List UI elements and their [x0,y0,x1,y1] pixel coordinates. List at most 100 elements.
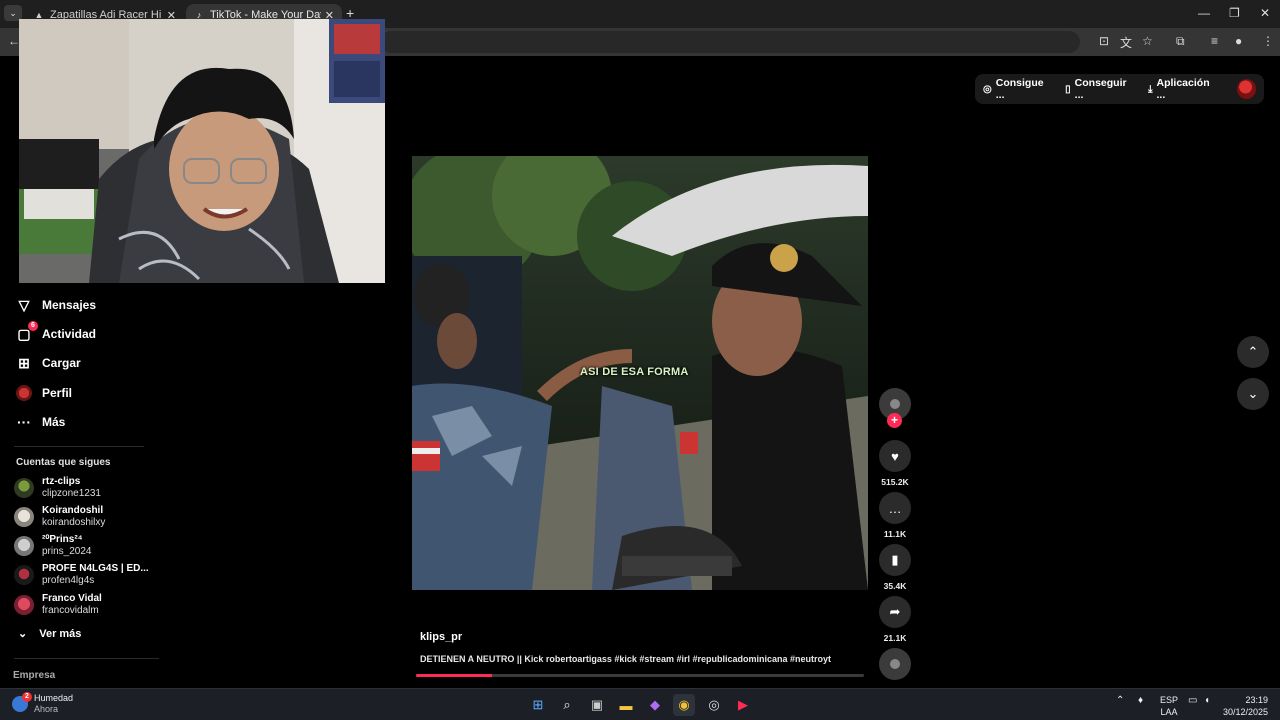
sidebar-item-messages[interactable]: ▽ Mensajes [16,297,96,313]
chevron-down-icon: ⌄ [1247,386,1259,401]
inbox-icon: ▢ 6 [16,321,38,342]
video-progress-bar[interactable] [416,674,864,677]
get-app-button[interactable]: ▯ Conseguir ... [1065,77,1134,101]
language-indicator[interactable]: ESP LAA [1160,694,1178,718]
save-count: 35.4K [883,581,907,591]
clock[interactable]: 23:19 30/12/2025 [1223,694,1268,718]
volume-icon[interactable]: ◖ [1204,695,1210,706]
chevron-down-icon: ⌄ [18,628,28,640]
get-coins-button[interactable]: ◎ Consigue ... [983,77,1051,101]
share-icon: ➦ [879,596,911,628]
desktop-app-button[interactable]: ⤓ Aplicación ... [1148,77,1217,101]
following-item[interactable]: PROFE N4LG4S | ED... profen4lg4s [14,563,149,587]
close-window-icon[interactable]: ✕ [1260,6,1270,20]
following-item[interactable]: rtz-clips clipzone1231 [14,476,101,500]
sidebar-item-more[interactable]: ··· Más [16,414,65,430]
keyboard-layout: LAA [1160,707,1178,717]
network-icon[interactable]: ▭ [1188,695,1197,706]
restore-icon[interactable]: ❐ [1229,6,1240,20]
following-username: profen4lg4s [42,575,95,586]
obs-icon[interactable]: ◎ [703,694,725,716]
webcam-overlay [19,19,385,283]
webcam-image [19,19,385,283]
minimize-icon[interactable]: — [1198,6,1210,20]
follow-plus-icon[interactable]: + [887,413,902,428]
copilot-icon[interactable]: ◆ [644,694,666,716]
creator-avatar-button[interactable]: + [878,388,912,428]
save-button[interactable]: ▮ 35.4K [878,544,912,591]
sidebar-item-profile[interactable]: Perfil [16,385,72,401]
avatar [14,536,34,556]
following-name: PROFE N4LG4S | ED... [42,563,149,574]
taskbar: 2 Humedad Ahora ⊞ ⌕ ▣ ▬ ◆ ◉ ◎ ▶ ⌃ ♦ ESP … [0,688,1280,720]
file-explorer-icon[interactable]: ▬ [615,694,637,716]
video-description: DETIENEN A NEUTRO || Kick robertoartigas… [420,654,831,664]
following-item[interactable]: Koirandoshil koirandoshilxy [14,505,105,529]
share-count: 21.1K [883,633,907,643]
see-more-button[interactable]: ⌄ Ver más [18,627,81,641]
avatar [14,478,34,498]
following-item[interactable]: ²⁰Prins²⁴ prins_2024 [14,534,91,558]
sidebar-item-label: Más [42,415,66,429]
like-button[interactable]: ♥ 515.2K [878,440,912,487]
video-player[interactable]: ASI DE ESA FORMA [412,156,868,590]
following-username: clipzone1231 [42,488,101,499]
reading-list-icon[interactable]: ≡ [1211,34,1218,48]
translate-icon[interactable]: 文 [1120,34,1132,51]
bookmark-icon: ▮ [879,544,911,576]
divider [14,658,159,659]
avatar [14,565,34,585]
user-avatar[interactable] [1237,79,1256,99]
comment-count: 11.1K [883,529,907,539]
video-author[interactable]: klips_pr [420,631,462,643]
microphone-icon[interactable]: ♦ [1138,695,1143,706]
avatar [14,595,34,615]
share-button[interactable]: ➦ 21.1K [878,596,912,643]
media-player-icon[interactable]: ▶ [732,694,754,716]
video-progress-fill [416,674,493,677]
previous-video-button[interactable]: ⌃ [1237,336,1269,368]
following-title: Cuentas que sigues [16,457,111,468]
menu-dots-icon[interactable]: ⋮ [1262,34,1274,48]
following-name: ²⁰Prins²⁴ [42,534,83,545]
get-app-label: Conseguir ... [1074,77,1127,101]
chevron-up-icon[interactable]: ⌃ [1116,695,1124,706]
sound-button[interactable] [878,648,912,680]
following-name: Koirandoshil [42,505,104,516]
bookmark-star-icon[interactable]: ☆ [1142,34,1153,48]
task-view-icon[interactable]: ▣ [586,694,608,716]
sidebar-item-activity[interactable]: ▢ 6 Actividad [16,321,97,342]
following-name: rtz-clips [42,476,81,487]
more-icon: ··· [17,414,31,430]
next-video-button[interactable]: ⌄ [1237,378,1269,410]
following-username: koirandoshilxy [42,517,106,528]
weather-sub: Ahora [34,704,59,714]
extensions-icon[interactable]: ⧉ [1176,34,1185,49]
following-item[interactable]: Franco Vidal francovidalm [14,593,102,617]
sidebar-item-label: Actividad [42,327,97,341]
heart-icon: ♥ [879,440,911,472]
following-name: Franco Vidal [42,593,102,604]
profile-icon[interactable]: ● [1235,34,1242,48]
comment-icon: … [879,492,911,524]
header-actions: ◎ Consigue ... ▯ Conseguir ... ⤓ Aplicac… [975,74,1264,104]
upload-icon: ⊞ [18,355,30,371]
weather-icon: 2 [12,692,32,712]
company-link[interactable]: Empresa [13,670,55,681]
get-coins-label: Consigue ... [995,77,1044,101]
install-app-icon[interactable]: ⊡ [1099,34,1109,48]
comment-button[interactable]: … 11.1K [878,492,912,539]
weather-badge: 2 [22,692,32,702]
start-icon[interactable]: ⊞ [527,694,549,716]
language-code: ESP [1160,695,1179,705]
following-username: prins_2024 [42,546,92,557]
search-icon[interactable]: ⌕ [556,694,578,716]
clock-time: 23:19 [1245,695,1268,705]
chrome-icon[interactable]: ◉ [673,694,695,716]
sidebar-item-label: Cargar [42,356,81,370]
send-icon: ▽ [18,297,30,313]
sidebar-item-upload[interactable]: ⊞ Cargar [16,355,81,371]
address-bar[interactable] [380,31,1080,53]
weather-widget[interactable]: 2 Humedad Ahora [12,692,73,715]
desktop-app-label: Aplicación ... [1156,77,1210,101]
